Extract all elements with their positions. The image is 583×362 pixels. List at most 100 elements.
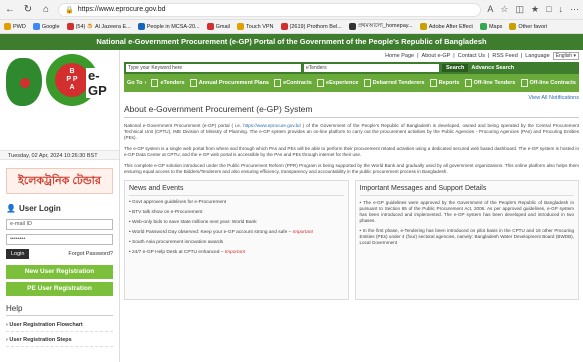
search-type-select[interactable]: eTenders (304, 64, 439, 72)
login-button[interactable]: Login (6, 249, 30, 259)
bookmark-label: Maps (488, 23, 503, 30)
message-item: • In the first phase, e-Tendering has be… (359, 228, 575, 245)
folder-icon (509, 23, 517, 30)
bookmark-item[interactable]: (54) 🍮 Al Jazeera E... (66, 23, 131, 30)
advance-search-link[interactable]: Advance Search (471, 65, 514, 71)
bookmark-item[interactable]: Maps (479, 23, 503, 30)
menu-go-to: Go To › (127, 80, 147, 86)
left-sidebar: B P P A e-GP Tuesday, 02 Apr, 2024 10:26… (0, 50, 120, 362)
google-icon (32, 23, 40, 30)
help-heading: Help (6, 304, 113, 316)
help-link[interactable]: › User Registration Steps (6, 334, 113, 347)
url-text: https://www.eprocure.gov.bd (77, 6, 166, 13)
pe-user-registration-button[interactable]: PE User Registration (6, 282, 113, 296)
login-panel: 👤 User Login e-mail ID •••••••• Login For… (6, 204, 113, 296)
refresh-icon[interactable]: ↻ (22, 4, 34, 16)
language-label: Language (525, 53, 550, 59)
logo-area: B P P A e-GP (0, 50, 119, 150)
messages-panel: Important Messages and Support Details •… (354, 180, 579, 300)
login-title: User Login (18, 204, 61, 213)
news-text: Govt approves guidelines for e-Procureme… (132, 200, 227, 205)
back-icon[interactable]: ← (4, 4, 16, 16)
about-paragraph: The e-GP system is a single web portal f… (124, 146, 579, 157)
news-item[interactable]: • Govt approves guidelines for e-Procure… (129, 200, 344, 206)
bookmark-label: Touch VPN (246, 23, 274, 30)
important-flag: Important (224, 250, 245, 255)
bookmark-label: People in MCSA-20... (146, 23, 200, 30)
news-panel: News and Events • Govt approves guidelin… (124, 180, 349, 300)
site-banner: National e-Government Procurement (e-GP)… (0, 34, 583, 50)
bookmark-icon (4, 23, 11, 30)
menu-label: Reports (438, 80, 460, 86)
folder-icon (419, 23, 427, 30)
bookmark-item[interactable]: Google (32, 23, 60, 30)
menu-offline-contracts[interactable]: Off-line Contracts (520, 79, 576, 87)
bookmark-item[interactable]: Other favori (509, 23, 547, 30)
collections-icon[interactable]: □ (546, 4, 551, 15)
menu-label: eContracts (283, 80, 312, 86)
news-heading: News and Events (129, 185, 344, 196)
home-icon[interactable]: ⌂ (40, 4, 52, 16)
menu-reports[interactable]: Reports (429, 79, 460, 87)
youtube-icon (280, 23, 288, 30)
menu-label: Go To (127, 80, 143, 86)
news-text: Web-only bids to save state millions nex… (132, 220, 257, 225)
document-icon (151, 79, 159, 87)
password-field[interactable]: •••••••• (6, 234, 113, 245)
address-bar[interactable]: 🔒 https://www.eprocure.gov.bd (58, 2, 482, 17)
help-link[interactable]: › User Registration Flowchart (6, 319, 113, 332)
contact-us-link[interactable]: Contact Us (458, 53, 485, 59)
menu-econtracts[interactable]: eContracts (274, 79, 312, 87)
news-item[interactable]: • BTV talk show on e-Procurement (129, 210, 344, 216)
favorites-bar-icon[interactable]: ★ (531, 4, 539, 15)
bookmark-item[interactable]: PWD (4, 23, 26, 30)
more-icon[interactable]: ⋯ (570, 4, 579, 15)
menu-eexperience[interactable]: eExperience (317, 79, 358, 87)
bookmark-label: PWD (13, 23, 26, 30)
about-heading: About e-Government Procurement (e-GP) Sy… (124, 104, 579, 118)
search-button[interactable]: Search (442, 64, 469, 72)
download-icon[interactable]: ↓ (559, 4, 564, 15)
report-icon (429, 79, 437, 87)
menu-annual-procurement-plans[interactable]: Annual Procurement Plans (189, 79, 269, 87)
view-all-notifications-link[interactable]: View All Notifications (124, 95, 579, 101)
news-text: 24/7 e-GP Help Desk at CPTU enhanced – (132, 250, 225, 255)
bookmark-item[interactable]: (2619) Prothom Bel... (280, 23, 342, 30)
bookmark-label: প্রথমআলো_homepay... (357, 22, 413, 29)
email-field[interactable]: e-mail ID (6, 219, 113, 230)
news-item[interactable]: • Web-only bids to save state millions n… (129, 220, 344, 226)
menu-label: Debarred Tenderers (372, 80, 425, 86)
read-aloud-icon[interactable]: A (487, 4, 493, 15)
forgot-password-link[interactable]: Forgot Password? (68, 251, 113, 257)
news-item[interactable]: • South Asia procurement innovation awar… (129, 240, 344, 246)
news-text: World Password Day observed: Keep your e… (132, 230, 293, 235)
favorite-icon[interactable]: ☆ (500, 4, 508, 15)
bookmark-label: Other favori (518, 23, 548, 30)
split-screen-icon[interactable]: ◫ (515, 4, 524, 15)
messages-heading: Important Messages and Support Details (359, 185, 574, 196)
language-select[interactable]: English ▾ (552, 52, 579, 60)
menu-etenders[interactable]: eTenders (151, 79, 185, 87)
eprocure-link[interactable]: https://www.eprocure.gov.bd (243, 123, 301, 128)
menu-label: Off-line Tenders (473, 80, 516, 86)
contract-icon (274, 79, 282, 87)
home-page-link[interactable]: Home Page (385, 53, 414, 59)
important-flag: Important (292, 230, 313, 235)
news-item[interactable]: • World Password Day observed: Keep your… (129, 230, 344, 236)
menu-offline-tenders[interactable]: Off-line Tenders (464, 79, 516, 87)
bookmark-item[interactable]: প্রথমআলো_homepay... (348, 22, 413, 31)
news-item[interactable]: • 24/7 e-GP Help Desk at CPTU enhanced –… (129, 250, 344, 256)
menu-debarred-tenderers[interactable]: Debarred Tenderers (363, 79, 425, 87)
egp-logo-text: e-GP (86, 68, 119, 98)
new-user-registration-button[interactable]: New User Registration (6, 265, 113, 279)
experience-icon (317, 79, 325, 87)
logo-text: B (69, 68, 75, 75)
about-text: National e-Government Procurement (e-GP)… (124, 123, 244, 128)
bookmark-item[interactable]: People in MCSA-20... (137, 23, 200, 30)
bookmark-item[interactable]: Adobe After Effect (419, 23, 473, 30)
bookmark-item[interactable]: Gmail (206, 23, 230, 30)
bookmark-item[interactable]: Touch VPN (237, 23, 274, 30)
about-egp-link[interactable]: About e-GP (422, 53, 451, 59)
keyword-input[interactable]: Type your Keyword here (126, 64, 301, 72)
rss-feed-link[interactable]: RSS Feed (492, 53, 517, 59)
